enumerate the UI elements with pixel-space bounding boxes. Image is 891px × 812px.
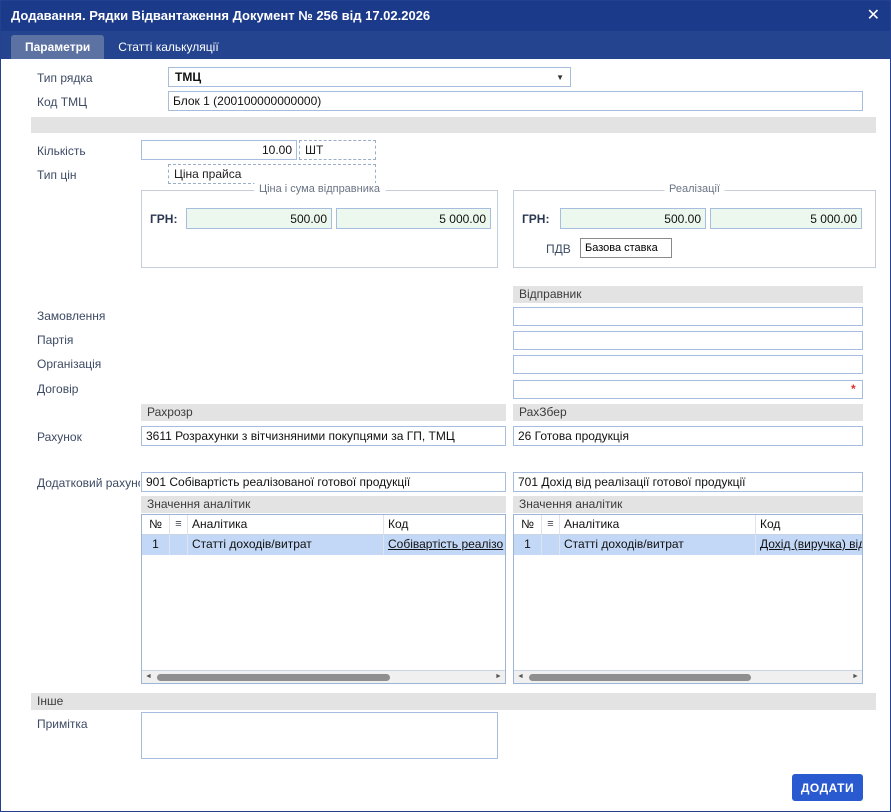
vat-label: ПДВ xyxy=(546,242,571,256)
sender-price-fieldset: Ціна і сума відправника ГРН: xyxy=(141,183,498,268)
row-type-select[interactable]: ТМЦ ▼ xyxy=(168,67,571,87)
tab-parameters[interactable]: Параметри xyxy=(11,35,105,59)
table-row[interactable]: 1 Статті доходів/витрат Собівартість реа… xyxy=(142,535,505,555)
horizontal-scrollbar[interactable]: ◄ ► xyxy=(514,670,862,683)
required-asterisk: * xyxy=(851,382,856,396)
chevron-down-icon: ▼ xyxy=(556,72,564,82)
table-header-row: № ≡ Аналітика Код xyxy=(514,515,862,535)
scroll-left-icon[interactable]: ◄ xyxy=(514,671,527,683)
scrollbar-track[interactable] xyxy=(155,673,492,682)
close-icon[interactable]: ✕ xyxy=(867,1,880,31)
analytics-left-table: № ≡ Аналітика Код 1 Статті доходів/витра… xyxy=(141,514,506,684)
other-section-header: Інше xyxy=(31,693,876,710)
scrollbar-thumb[interactable] xyxy=(157,673,390,681)
tmc-code-input[interactable] xyxy=(168,91,863,111)
sender-section-header: Відправник xyxy=(513,286,863,303)
analytics-left-header: Значення аналітик xyxy=(141,496,506,513)
scrollbar-track[interactable] xyxy=(527,673,849,682)
quantity-label: Кількість xyxy=(37,144,86,158)
quantity-unit-field: ШТ xyxy=(299,140,376,160)
order-label: Замовлення xyxy=(37,309,106,323)
cell-num: 1 xyxy=(514,535,542,555)
realization-price-input[interactable] xyxy=(560,208,706,229)
analytics-right-table: № ≡ Аналітика Код 1 Статті доходів/витра… xyxy=(513,514,863,684)
sender-sum-input[interactable] xyxy=(336,208,491,229)
column-header-num[interactable]: № xyxy=(514,515,542,535)
realization-legend: Реалізації xyxy=(664,183,725,195)
add-button[interactable]: ДОДАТИ xyxy=(792,774,863,801)
cell-code-link[interactable]: Дохід (виручка) від xyxy=(756,535,862,555)
price-type-field: Ціна прайса xyxy=(168,164,376,184)
sort-icon[interactable]: ≡ xyxy=(170,515,188,535)
extra-account-label: Додатковий рахунок xyxy=(37,476,140,490)
column-header-analytics[interactable]: Аналітика xyxy=(560,515,756,535)
account-label: Рахунок xyxy=(37,430,82,444)
analytics-right-header: Значення аналітик xyxy=(513,496,863,513)
tab-bar: Параметри Статті калькуляції xyxy=(1,31,890,59)
sender-currency-label: ГРН: xyxy=(150,212,178,226)
extra-account-right-input[interactable] xyxy=(513,472,863,492)
column-header-num[interactable]: № xyxy=(142,515,170,535)
quantity-input[interactable] xyxy=(141,140,297,160)
realization-sum-input[interactable] xyxy=(710,208,862,229)
note-label: Примітка xyxy=(37,717,88,731)
order-input[interactable] xyxy=(513,307,863,326)
cell-row-icon xyxy=(170,535,188,555)
realization-currency-label: ГРН: xyxy=(522,212,550,226)
section-divider xyxy=(31,117,876,133)
cell-code-link[interactable]: Собівартість реалізо xyxy=(384,535,505,555)
column-header-code[interactable]: Код xyxy=(384,515,505,535)
title-bar: Додавання. Рядки Відвантаження Документ … xyxy=(1,1,890,31)
scroll-right-icon[interactable]: ► xyxy=(492,671,505,683)
cell-analytics: Статті доходів/витрат xyxy=(188,535,384,555)
dialog-title: Додавання. Рядки Відвантаження Документ … xyxy=(11,8,431,23)
table-row[interactable]: 1 Статті доходів/витрат Дохід (виручка) … xyxy=(514,535,862,555)
cell-analytics: Статті доходів/витрат xyxy=(560,535,756,555)
contract-label: Договір xyxy=(37,382,79,396)
batch-input[interactable] xyxy=(513,331,863,350)
organization-label: Організація xyxy=(37,357,102,371)
extra-account-left-input[interactable] xyxy=(141,472,506,492)
account-right-input[interactable] xyxy=(513,426,863,446)
note-textarea[interactable] xyxy=(141,712,498,759)
rahrozr-header: Рахрозр xyxy=(141,404,506,421)
vat-select[interactable]: Базова ставка xyxy=(580,238,672,258)
batch-label: Партія xyxy=(37,333,74,347)
account-left-input[interactable] xyxy=(141,426,506,446)
rahzber-header: РахЗбер xyxy=(513,404,863,421)
scroll-left-icon[interactable]: ◄ xyxy=(142,671,155,683)
table-header-row: № ≡ Аналітика Код xyxy=(142,515,505,535)
realization-fieldset: Реалізації ГРН: ПДВ Базова ставка xyxy=(513,183,876,268)
row-type-value: ТМЦ xyxy=(175,70,202,84)
cell-row-icon xyxy=(542,535,560,555)
contract-input[interactable] xyxy=(513,380,863,399)
scrollbar-thumb[interactable] xyxy=(529,673,752,681)
sender-price-input[interactable] xyxy=(186,208,332,229)
sort-icon[interactable]: ≡ xyxy=(542,515,560,535)
column-header-analytics[interactable]: Аналітика xyxy=(188,515,384,535)
cell-num: 1 xyxy=(142,535,170,555)
scroll-right-icon[interactable]: ► xyxy=(849,671,862,683)
dialog-window: Додавання. Рядки Відвантаження Документ … xyxy=(0,0,891,812)
row-type-label: Тип рядка xyxy=(37,71,93,85)
tab-calculation-items[interactable]: Статті калькуляції xyxy=(104,35,232,59)
sender-price-legend: Ціна і сума відправника xyxy=(253,183,386,195)
horizontal-scrollbar[interactable]: ◄ ► xyxy=(142,670,505,683)
organization-input[interactable] xyxy=(513,355,863,374)
tmc-code-label: Код ТМЦ xyxy=(37,95,87,109)
price-type-label: Тип цін xyxy=(37,168,77,182)
column-header-code[interactable]: Код xyxy=(756,515,862,535)
